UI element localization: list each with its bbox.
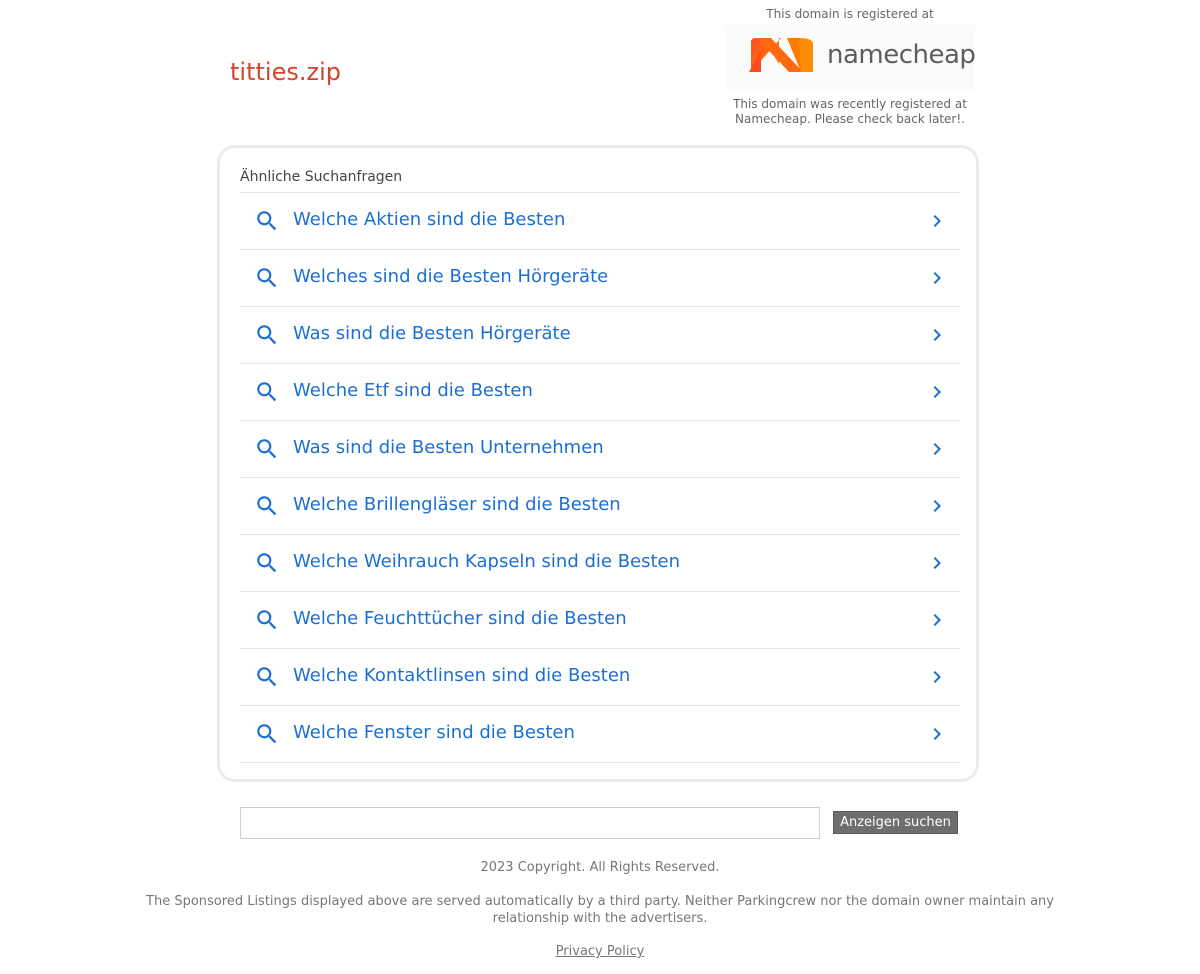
related-searches-box: Ähnliche Suchanfragen Welche Aktien sind… (217, 145, 979, 782)
search-result-label: Welche Aktien sind die Besten (293, 209, 566, 230)
chevron-right-icon (933, 272, 941, 284)
search-result-label: Welche Weihrauch Kapseln sind die Besten (293, 551, 681, 572)
search-icon (257, 667, 277, 687)
search-result-label: Was sind die Besten Hörgeräte (293, 323, 571, 344)
search-input[interactable] (240, 807, 820, 839)
chevron-right-icon (933, 386, 941, 398)
search-result-label: Welche Feuchttücher sind die Besten (293, 608, 627, 629)
registrar-note: This domain was recently registered at N… (733, 97, 967, 126)
footer: 2023 Copyright. All Rights Reserved. The… (0, 860, 1200, 959)
search-icon (257, 382, 277, 402)
chevron-right-icon (933, 557, 941, 569)
chevron-right-icon (933, 614, 941, 626)
search-result-link[interactable]: Welches sind die Besten Hörgeräte (240, 250, 960, 307)
chevron-right-icon (933, 443, 941, 455)
disclaimer-text: The Sponsored Listings displayed above a… (146, 894, 1054, 926)
chevron-right-icon (933, 671, 941, 683)
search-result-link[interactable]: Welche Weihrauch Kapseln sind die Besten (240, 535, 960, 592)
search-result-link[interactable]: Was sind die Besten Hörgeräte (240, 307, 960, 364)
search-icon (257, 439, 277, 459)
search-icon (257, 325, 277, 345)
privacy-policy-link[interactable]: Privacy Policy (556, 944, 645, 959)
chevron-right-icon (933, 329, 941, 341)
search-result-link[interactable]: Welche Brillengläser sind die Besten (240, 478, 960, 535)
search-result-link[interactable]: Was sind die Besten Unternehmen (240, 421, 960, 478)
search-icon (257, 268, 277, 288)
search-icon (257, 553, 277, 573)
search-result-link[interactable]: Welche Fenster sind die Besten (240, 706, 960, 763)
search-result-link[interactable]: Welche Kontaktlinsen sind die Besten (240, 649, 960, 706)
chevron-right-icon (933, 215, 941, 227)
search-icon (257, 211, 277, 231)
search-ads-button[interactable]: Anzeigen suchen (833, 811, 958, 834)
copyright-text: 2023 Copyright. All Rights Reserved. (480, 860, 720, 875)
related-searches-list: Welche Aktien sind die Besten Welches si… (240, 192, 960, 763)
ad-search-form: Anzeigen suchen (240, 807, 960, 839)
chevron-right-icon (933, 500, 941, 512)
namecheap-logo-text: namecheap (827, 40, 976, 70)
namecheap-logo-icon (749, 38, 813, 72)
search-result-label: Welche Brillengläser sind die Besten (293, 494, 621, 515)
search-result-label: Was sind die Besten Unternehmen (293, 437, 604, 458)
search-icon (257, 610, 277, 630)
chevron-right-icon (933, 728, 941, 740)
search-result-label: Welche Fenster sind die Besten (293, 722, 575, 743)
search-result-link[interactable]: Welche Etf sind die Besten (240, 364, 960, 421)
search-result-label: Welches sind die Besten Hörgeräte (293, 266, 609, 287)
related-searches-heading: Ähnliche Suchanfragen (240, 169, 403, 185)
search-result-link[interactable]: Welche Feuchttücher sind die Besten (240, 592, 960, 649)
search-result-label: Welche Etf sind die Besten (293, 380, 533, 401)
search-result-label: Welche Kontaktlinsen sind die Besten (293, 665, 631, 686)
registrar-top-text: This domain is registered at (766, 7, 934, 21)
search-result-link[interactable]: Welche Aktien sind die Besten (240, 193, 960, 250)
search-icon (257, 724, 277, 744)
domain-title: titties.zip (230, 58, 341, 86)
namecheap-logo-link[interactable]: namecheap (725, 25, 976, 91)
search-icon (257, 496, 277, 516)
registrar-panel: This domain is registered at namecheap T… (716, 0, 984, 127)
